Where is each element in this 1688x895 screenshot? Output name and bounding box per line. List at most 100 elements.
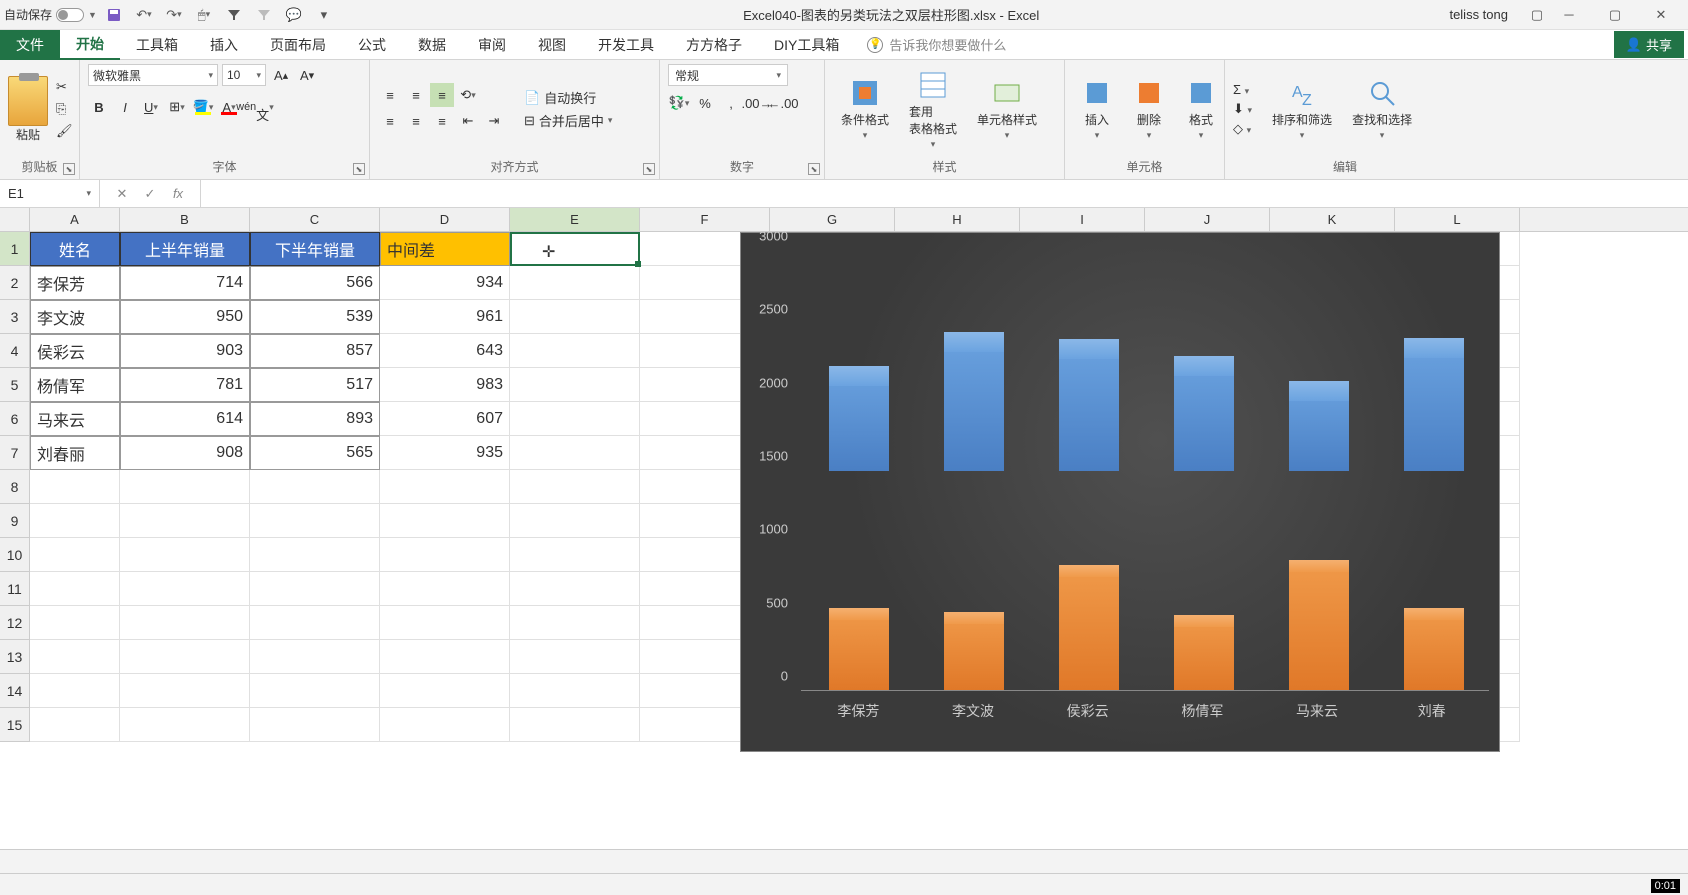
wrap-text-button[interactable]: 📄自动换行 [518,86,618,109]
font-launcher[interactable]: ⬊ [353,163,365,175]
tab-formulas[interactable]: 公式 [342,30,402,60]
cell[interactable] [380,674,510,708]
share-button[interactable]: 👤 共享 [1614,31,1684,58]
cell[interactable]: 908 [120,436,250,470]
orientation-icon[interactable]: ⟲▾ [456,83,480,107]
cell[interactable]: 565 [250,436,380,470]
col-header-G[interactable]: G [770,208,895,231]
number-format-select[interactable]: 常规▾ [668,64,788,86]
row-header-13[interactable]: 13 [0,640,29,674]
tab-file[interactable]: 文件 [0,30,60,60]
row-header-12[interactable]: 12 [0,606,29,640]
cell[interactable] [30,470,120,504]
cell[interactable]: 961 [380,300,510,334]
cell[interactable]: 下半年销量 [250,232,380,266]
cell[interactable]: 935 [380,436,510,470]
cell[interactable] [510,436,640,470]
cell[interactable] [250,572,380,606]
row-header-4[interactable]: 4 [0,334,29,368]
col-header-I[interactable]: I [1020,208,1145,231]
format-table-button[interactable]: 套用 表格格式▾ [901,65,965,154]
autosum-icon[interactable]: Σ ▾ [1233,82,1252,97]
decrease-font-icon[interactable]: A▾ [296,64,318,86]
autosave-toggle[interactable]: 自动保存 ▼ [4,6,97,23]
col-header-B[interactable]: B [120,208,250,231]
cell[interactable]: 614 [120,402,250,436]
cell[interactable]: 539 [250,300,380,334]
cell[interactable]: 马来云 [30,402,120,436]
close-button[interactable]: ✕ [1638,0,1684,30]
cell[interactable] [510,266,640,300]
percent-format-icon[interactable]: % [694,92,716,114]
align-left-icon[interactable]: ≡ [378,109,402,133]
cell[interactable]: 中间差 [380,232,510,266]
number-launcher[interactable]: ⬊ [808,163,820,175]
bar-lower[interactable] [1289,560,1349,691]
bar-lower[interactable] [1059,565,1119,691]
bar-upper[interactable] [1174,356,1234,471]
bar-lower[interactable] [944,612,1004,691]
tab-developer[interactable]: 开发工具 [582,30,670,60]
cell[interactable] [120,538,250,572]
cell[interactable] [510,538,640,572]
fx-icon[interactable]: fx [164,180,192,207]
cell[interactable] [120,640,250,674]
decrease-indent-icon[interactable]: ⇤ [456,109,480,133]
col-header-A[interactable]: A [30,208,120,231]
increase-font-icon[interactable]: A▴ [270,64,292,86]
col-header-F[interactable]: F [640,208,770,231]
cell[interactable]: 903 [120,334,250,368]
italic-button[interactable]: I [114,96,136,118]
user-name[interactable]: teliss tong [1449,7,1508,22]
redo-icon[interactable]: ↷▾ [165,6,183,24]
tell-me-search[interactable]: 💡 告诉我你想要做什么 [867,35,1613,54]
row-header-2[interactable]: 2 [0,266,29,300]
sort-filter-button[interactable]: AZ 排序和筛选▾ [1264,73,1340,145]
cell[interactable] [510,368,640,402]
cell[interactable] [30,674,120,708]
bar-lower[interactable] [829,608,889,691]
clipboard-launcher[interactable]: ⬊ [63,163,75,175]
align-top-icon[interactable]: ≡ [378,83,402,107]
cell[interactable]: 857 [250,334,380,368]
cell[interactable] [120,606,250,640]
cell[interactable]: 李保芳 [30,266,120,300]
tab-toolbox[interactable]: 工具箱 [120,30,194,60]
font-size-select[interactable]: 10▾ [222,64,266,86]
filter-clear-icon[interactable] [255,6,273,24]
cell[interactable] [510,300,640,334]
cell[interactable] [510,640,640,674]
row-header-8[interactable]: 8 [0,470,29,504]
row-header-9[interactable]: 9 [0,504,29,538]
save-icon[interactable] [105,6,123,24]
cell[interactable] [120,708,250,742]
cell[interactable] [250,640,380,674]
bar-upper[interactable] [1404,338,1464,471]
increase-indent-icon[interactable]: ⇥ [482,109,506,133]
cell[interactable]: 950 [120,300,250,334]
cell-styles-button[interactable]: 单元格样式▾ [969,73,1045,145]
border-button[interactable]: ⊞▾ [166,96,188,118]
cell[interactable] [250,708,380,742]
tab-review[interactable]: 审阅 [462,30,522,60]
row-header-7[interactable]: 7 [0,436,29,470]
cell[interactable]: 姓名 [30,232,120,266]
col-header-H[interactable]: H [895,208,1020,231]
cell[interactable] [30,708,120,742]
clear-icon[interactable]: ◇ ▾ [1233,121,1252,137]
cell[interactable] [120,504,250,538]
mouse-icon[interactable]: 🖱▾ [195,6,213,24]
cell[interactable] [120,674,250,708]
cell[interactable] [510,674,640,708]
cell[interactable] [30,640,120,674]
cell[interactable] [30,504,120,538]
cell[interactable] [120,470,250,504]
cell[interactable]: 781 [120,368,250,402]
cell[interactable] [510,470,640,504]
tab-data[interactable]: 数据 [402,30,462,60]
delete-cells-button[interactable]: 删除▾ [1125,73,1173,145]
chart-object[interactable]: 050010001500200025003000 李保芳李文波侯彩云杨倩军马来云… [740,232,1500,752]
cell[interactable] [250,504,380,538]
cell[interactable] [250,674,380,708]
tab-view[interactable]: 视图 [522,30,582,60]
